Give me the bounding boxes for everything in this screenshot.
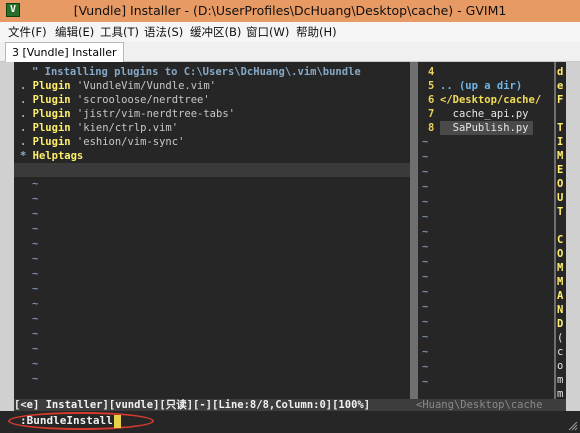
empty-line-marker: ~: [422, 181, 429, 193]
truncated-char: A: [557, 290, 564, 302]
empty-line-marker: ~: [422, 226, 429, 238]
truncated-char: O: [557, 248, 564, 260]
installer-line: . Plugin 'kien/ctrlp.vim': [20, 122, 179, 134]
empty-line-marker: ~: [32, 373, 39, 385]
window-titlebar[interactable]: V [Vundle] Installer - (D:\UserProfiles\…: [0, 0, 580, 22]
empty-line-marker: ~: [422, 166, 429, 178]
empty-line-marker: ~: [422, 196, 429, 208]
empty-line-marker: ~: [32, 343, 39, 355]
installer-line: . Plugin 'jistr/vim-nerdtree-tabs': [20, 108, 235, 120]
empty-line-marker: ~: [422, 241, 429, 253]
installer-pane[interactable]: " Installing plugins to C:\Users\DcHuang…: [14, 62, 410, 399]
nerdtree-pane[interactable]: 4 5 6 7 8 .. (up a dir) </Desktop/cache/…: [418, 62, 554, 399]
truncated-pane[interactable]: d e F T I M E O U T C O M M A N D ( c o …: [556, 62, 566, 399]
status-active-window: [<e] Installer][vundle][只读][-][Line:8/8,…: [14, 399, 371, 411]
truncated-char: M: [557, 276, 564, 288]
empty-line-marker: ~: [422, 301, 429, 313]
tree-file-item-selected[interactable]: SaPublish.py: [440, 121, 533, 135]
menu-file[interactable]: 文件(F): [8, 24, 47, 40]
menu-help[interactable]: 帮助(H): [296, 24, 337, 40]
empty-line-marker: ~: [422, 136, 429, 148]
truncated-char: c: [557, 346, 564, 358]
empty-line-marker: ~: [422, 316, 429, 328]
empty-line-marker: ~: [32, 298, 39, 310]
tree-current-dir[interactable]: </Desktop/cache/: [440, 93, 541, 107]
empty-line-marker: ~: [422, 376, 429, 388]
truncated-char: o: [557, 360, 564, 372]
line-number: 8: [428, 122, 435, 134]
empty-line-marker: ~: [32, 313, 39, 325]
menu-tools[interactable]: 工具(T): [100, 24, 139, 40]
truncated-char: I: [557, 136, 564, 148]
empty-line-marker: ~: [32, 178, 39, 190]
truncated-char: D: [557, 318, 564, 330]
truncated-char: m: [557, 374, 564, 386]
menu-syntax[interactable]: 语法(S): [144, 24, 183, 40]
truncated-char: E: [557, 164, 564, 176]
truncated-char: C: [557, 234, 564, 246]
truncated-char: d: [557, 66, 564, 78]
installer-line: . Plugin 'eshion/vim-sync': [20, 136, 185, 148]
truncated-char: M: [557, 150, 564, 162]
empty-line-marker: ~: [422, 211, 429, 223]
tab-bar: 3 [Vundle] Installer: [0, 42, 580, 62]
truncated-char: F: [557, 94, 564, 106]
command-line[interactable]: :BundleInstall: [0, 411, 580, 433]
empty-line-marker: ~: [422, 271, 429, 283]
truncated-char: m: [557, 388, 564, 399]
line-number: 6: [428, 94, 435, 106]
truncated-char: O: [557, 178, 564, 190]
command-text[interactable]: :BundleInstall: [20, 414, 113, 427]
empty-line-marker: ~: [422, 346, 429, 358]
truncated-char: T: [557, 206, 564, 218]
status-inactive-window: <Huang\Desktop\cache: [416, 399, 543, 411]
empty-line-marker: ~: [422, 286, 429, 298]
vertical-split-separator[interactable]: [410, 62, 418, 399]
line-number: 7: [428, 108, 435, 120]
empty-line-marker: ~: [422, 331, 429, 343]
empty-line-marker: ~: [32, 253, 39, 265]
empty-line-marker: ~: [32, 328, 39, 340]
menu-window[interactable]: 窗口(W): [246, 24, 289, 40]
installer-header: " Installing plugins to C:\Users\DcHuang…: [32, 66, 361, 78]
empty-line-marker: ~: [32, 283, 39, 295]
window-title: [Vundle] Installer - (D:\UserProfiles\Dc…: [73, 3, 507, 18]
menu-bar: 文件(F) 编辑(E) 工具(T) 语法(S) 缓冲区(B) 窗口(W) 帮助(…: [0, 22, 580, 42]
empty-line-marker: ~: [422, 361, 429, 373]
left-frame: [0, 62, 14, 411]
truncated-char: T: [557, 122, 564, 134]
vim-editor[interactable]: " Installing plugins to C:\Users\DcHuang…: [14, 62, 566, 411]
line-number: 4: [428, 66, 435, 78]
status-line: [<e] Installer][vundle][只读][-][Line:8/8,…: [14, 399, 566, 411]
installer-line: * Helptags: [20, 150, 84, 162]
truncated-char: U: [557, 192, 564, 204]
empty-line-marker: ~: [32, 268, 39, 280]
empty-line-marker: ~: [422, 256, 429, 268]
tab-vundle-installer[interactable]: 3 [Vundle] Installer: [5, 42, 124, 62]
cursor-line: [14, 163, 410, 177]
empty-line-marker: ~: [32, 223, 39, 235]
truncated-char: e: [557, 80, 564, 92]
empty-line-marker: ~: [32, 193, 39, 205]
line-number: 5: [428, 80, 435, 92]
empty-line-marker: ~: [32, 358, 39, 370]
empty-line-marker: ~: [32, 238, 39, 250]
scrollbar-vertical[interactable]: [566, 62, 580, 411]
tree-parent-dir[interactable]: .. (up a dir): [440, 79, 522, 93]
resize-grip-icon[interactable]: [568, 421, 578, 431]
empty-line-marker: ~: [422, 151, 429, 163]
installer-line: . Plugin 'scrooloose/nerdtree': [20, 94, 210, 106]
installer-line: . Plugin 'VundleVim/Vundle.vim': [20, 80, 216, 92]
truncated-char: N: [557, 304, 564, 316]
menu-buffers[interactable]: 缓冲区(B): [190, 24, 241, 40]
empty-line-marker: ~: [32, 208, 39, 220]
menu-edit[interactable]: 编辑(E): [55, 24, 94, 40]
truncated-char: M: [557, 262, 564, 274]
tree-file-item[interactable]: cache_api.py: [440, 107, 529, 121]
text-cursor: [114, 415, 121, 428]
truncated-char: (: [557, 332, 564, 344]
